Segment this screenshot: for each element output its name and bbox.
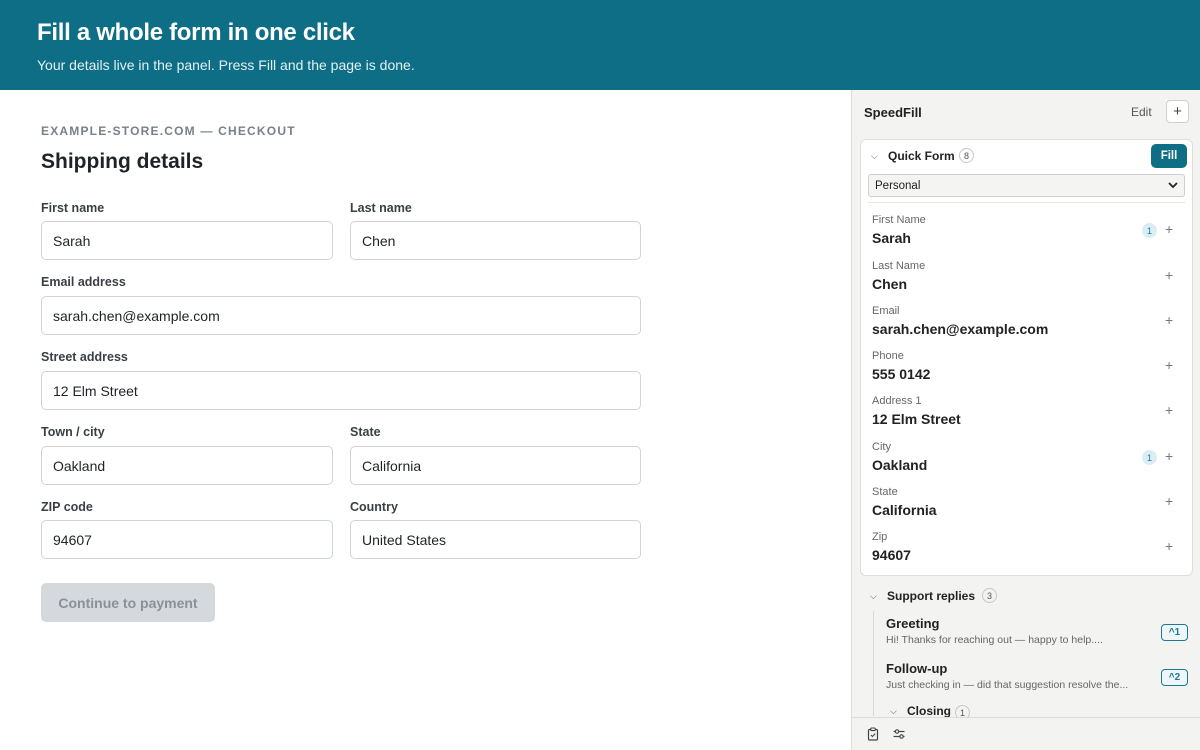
quick-field-value: 12 Elm Street	[872, 411, 961, 427]
clipboard-icon[interactable]	[866, 727, 880, 741]
state-label: State	[350, 425, 381, 439]
city-label: Town / city	[41, 425, 105, 439]
page-title: Shipping details	[41, 150, 204, 173]
snippet-name: Follow-up	[886, 661, 948, 676]
plus-icon[interactable]: +	[1165, 312, 1173, 328]
last-name-label: Last name	[350, 201, 412, 215]
edit-button[interactable]: Edit	[1131, 105, 1152, 119]
continue-to-payment-button[interactable]: Continue to payment	[41, 583, 215, 622]
quick-field-value: 94607	[872, 547, 911, 563]
chevron-down-icon[interactable]: ⌵	[870, 591, 877, 602]
quick-field-label: Last Name	[872, 260, 926, 272]
snippet-name: Greeting	[886, 616, 940, 631]
support-replies-count: 3	[982, 588, 998, 603]
chevron-down-icon[interactable]: ⌵	[890, 706, 897, 717]
snippet-preview: Just checking in — did that suggestion r…	[886, 679, 1129, 691]
last-name-input[interactable]	[350, 221, 641, 260]
zip-input[interactable]	[41, 520, 333, 559]
speedfill-panel: SpeedFill Edit + ⌵ Quick Form 8 Fill Per…	[851, 90, 1200, 750]
quick-field-label: Email	[872, 305, 900, 317]
snippet-item[interactable]: Greeting Hi! Thanks for reaching out — h…	[886, 616, 1188, 656]
quick-field-label: Phone	[872, 350, 904, 362]
quick-field-label: Zip	[872, 531, 888, 543]
fill-button[interactable]: Fill	[1151, 144, 1187, 168]
banner-title: Fill a whole form in one click	[37, 19, 355, 46]
street-input[interactable]	[41, 371, 641, 410]
quick-form-card: ⌵ Quick Form 8 Fill Personal First Name …	[860, 139, 1193, 576]
checkout-page: EXAMPLE-STORE.COM — CHECKOUT Shipping de…	[0, 90, 851, 750]
hero-banner: Fill a whole form in one click Your deta…	[0, 0, 1200, 90]
quick-field-value: Oakland	[872, 457, 928, 473]
plus-icon[interactable]: +	[1165, 448, 1173, 464]
plus-icon[interactable]: +	[1165, 267, 1173, 283]
plus-icon[interactable]: +	[1165, 493, 1173, 509]
quick-field-label: City	[872, 441, 891, 453]
profile-select[interactable]: Personal	[868, 174, 1185, 197]
snippet-preview: Hi! Thanks for reaching out — happy to h…	[886, 634, 1103, 646]
closing-folder-title[interactable]: Closing	[907, 704, 951, 718]
snippet-tree-line	[873, 611, 874, 716]
sliders-icon[interactable]	[892, 727, 906, 741]
street-label: Street address	[41, 350, 128, 364]
chevron-down-icon	[1168, 182, 1178, 189]
first-name-label: First name	[41, 201, 105, 215]
add-button[interactable]: +	[1166, 100, 1189, 123]
quick-field-value: California	[872, 502, 937, 518]
quick-field-row[interactable]: Phone 555 0142 +	[872, 350, 1182, 394]
shortcut-badge: ^2	[1161, 669, 1188, 686]
quick-field-row[interactable]: City Oakland 1 +	[872, 441, 1182, 485]
quick-field-label: Address 1	[872, 395, 922, 407]
quick-field-label: State	[872, 486, 898, 498]
quick-field-value: Chen	[872, 276, 907, 292]
country-input[interactable]	[350, 520, 641, 559]
quick-field-label: First Name	[872, 214, 926, 226]
quick-field-row[interactable]: Address 1 12 Elm Street +	[872, 395, 1182, 439]
usage-badge: 1	[1142, 450, 1157, 465]
breadcrumb: EXAMPLE-STORE.COM — CHECKOUT	[41, 124, 296, 138]
snippet-item[interactable]: Follow-up Just checking in — did that su…	[886, 661, 1188, 701]
quick-field-row[interactable]: First Name Sarah 1 +	[872, 214, 1182, 258]
city-input[interactable]	[41, 446, 333, 485]
quick-field-row[interactable]: Last Name Chen +	[872, 260, 1182, 304]
quick-field-value: sarah.chen@example.com	[872, 321, 1049, 337]
plus-icon[interactable]: +	[1165, 402, 1173, 418]
plus-icon[interactable]: +	[1165, 221, 1173, 237]
panel-title: SpeedFill	[864, 105, 922, 120]
usage-badge: 1	[1142, 223, 1157, 238]
shortcut-badge: ^1	[1161, 624, 1188, 641]
plus-icon[interactable]: +	[1165, 357, 1173, 373]
profile-select-value: Personal	[875, 179, 921, 192]
support-replies-title[interactable]: Support replies	[887, 589, 975, 603]
banner-subtitle: Your details live in the panel. Press Fi…	[37, 57, 415, 73]
country-label: Country	[350, 500, 398, 514]
quick-field-row[interactable]: Email sarah.chen@example.com +	[872, 305, 1182, 349]
email-label: Email address	[41, 275, 126, 289]
quick-field-row[interactable]: State California +	[872, 486, 1182, 530]
divider	[868, 202, 1185, 203]
plus-icon[interactable]: +	[1165, 538, 1173, 554]
email-input[interactable]	[41, 296, 641, 335]
quick-field-value: 555 0142	[872, 366, 931, 382]
zip-label: ZIP code	[41, 500, 93, 514]
state-input[interactable]	[350, 446, 641, 485]
quick-field-value: Sarah	[872, 230, 911, 246]
quick-form-count: 8	[959, 148, 975, 163]
quick-form-title[interactable]: Quick Form	[888, 149, 955, 163]
chevron-down-icon[interactable]: ⌵	[871, 151, 878, 162]
first-name-input[interactable]	[41, 221, 333, 260]
panel-bottom-bar	[852, 717, 1200, 750]
quick-field-row[interactable]: Zip 94607 +	[872, 531, 1182, 575]
